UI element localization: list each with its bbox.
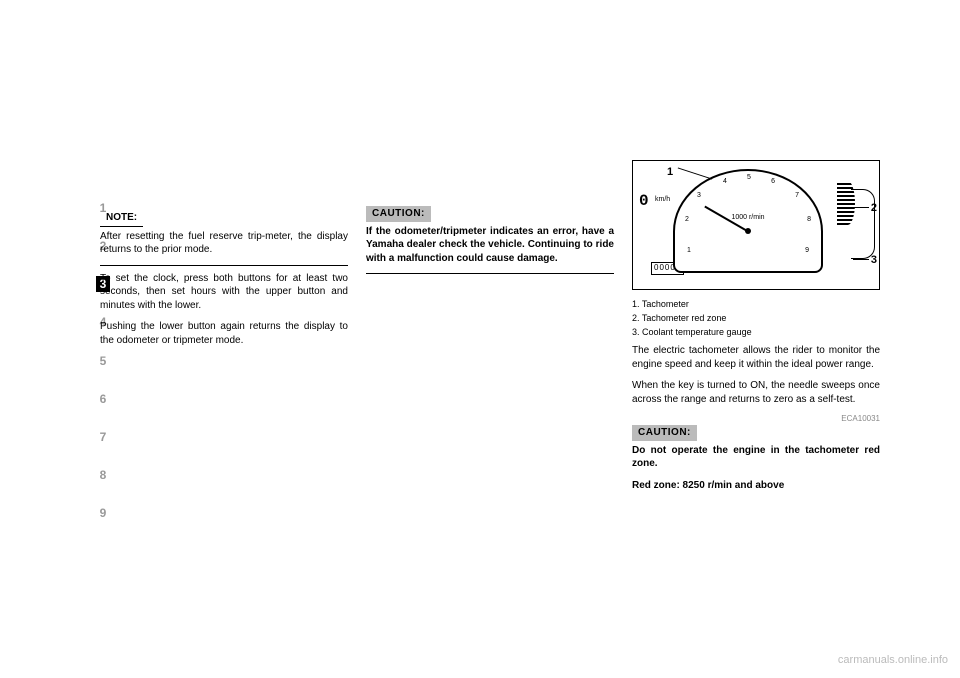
column-1: NOTE: After resetting the fuel reserve t… — [100, 160, 348, 600]
caution-text: If the odometer/tripmeter indicates an e… — [366, 225, 614, 266]
body-text: When the key is turned to ON, the needle… — [632, 379, 880, 406]
column-2: CAUTION: If the odometer/tripmeter indic… — [366, 160, 614, 600]
caution-text: Do not operate the engine in the tachome… — [632, 444, 880, 471]
dial-tick-label: 9 — [805, 246, 809, 255]
note-text: After resetting the fuel reserve trip-me… — [100, 230, 348, 257]
column-3: 0 km/h 00000 1000 r/min 1 2 3 4 5 6 7 8 … — [632, 160, 880, 600]
tachometer-figure: 0 km/h 00000 1000 r/min 1 2 3 4 5 6 7 8 … — [632, 160, 880, 290]
legend-item: 3. Coolant temperature gauge — [632, 326, 880, 338]
divider — [100, 265, 348, 266]
body-text: To set the clock, press both buttons for… — [100, 272, 348, 313]
tachometer-dial: 1000 r/min 1 2 3 4 5 6 7 8 9 — [673, 169, 823, 273]
dial-tick-label: 8 — [807, 215, 811, 224]
callout-line — [853, 207, 869, 208]
dial-tick-label: 7 — [795, 191, 799, 200]
callout-line — [678, 167, 713, 179]
caution-label: CAUTION: — [632, 425, 697, 441]
callout-line — [853, 259, 869, 260]
dial-tick-label: 2 — [685, 215, 689, 224]
figure-legend: 1. Tachometer 2. Tachometer red zone 3. … — [632, 298, 880, 338]
dial-tick-label: 3 — [697, 191, 701, 200]
dial-tick-label: 4 — [723, 177, 727, 186]
coolant-gauge — [851, 189, 875, 259]
legend-item: 2. Tachometer red zone — [632, 312, 880, 324]
figure-callout-1: 1 — [667, 165, 673, 180]
speed-unit: km/h — [655, 195, 670, 204]
body-text: Pushing the lower button again returns t… — [100, 320, 348, 347]
caution-label: CAUTION: — [366, 206, 431, 222]
legend-item: 1. Tachometer — [632, 298, 880, 310]
dial-center — [745, 228, 751, 234]
figure-callout-2: 2 — [871, 201, 877, 216]
dial-tick-label: 5 — [747, 173, 751, 182]
dial-tick-label: 6 — [771, 177, 775, 186]
divider — [366, 273, 614, 274]
dial-tick-label: 1 — [687, 246, 691, 255]
note-label: NOTE: — [100, 210, 143, 227]
dial-unit-label: 1000 r/min — [731, 213, 764, 222]
entry-code: ECA10031 — [632, 414, 880, 425]
body-text: The electric tachometer allows the rider… — [632, 344, 880, 371]
page-body: NOTE: After resetting the fuel reserve t… — [100, 160, 880, 600]
watermark: carmanuals.online.info — [838, 653, 948, 668]
speed-readout: 0 — [639, 191, 649, 213]
figure-callout-3: 3 — [871, 253, 877, 268]
caution-text-2: Red zone: 8250 r/min and above — [632, 479, 880, 493]
